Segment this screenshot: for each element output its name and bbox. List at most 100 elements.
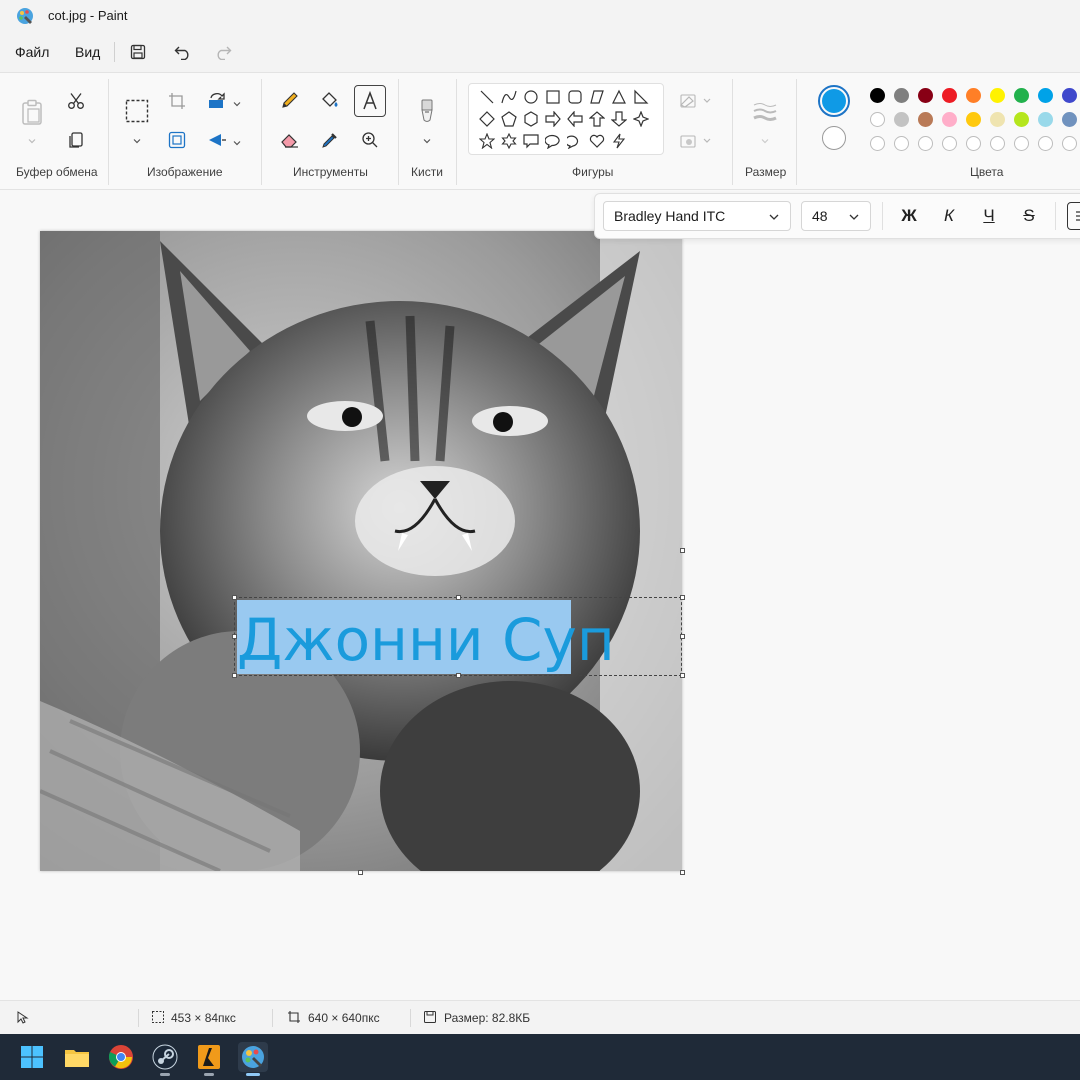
four-point-star-shape-icon[interactable]: [632, 110, 650, 128]
paste-icon[interactable]: [18, 97, 46, 127]
text-box-handle[interactable]: [680, 673, 685, 678]
primary-color-swatch[interactable]: [818, 85, 850, 117]
rotate-icon[interactable]: [203, 87, 231, 115]
palette-color-swatch[interactable]: [942, 112, 957, 127]
eraser-icon[interactable]: [276, 126, 304, 154]
fill-bucket-icon[interactable]: [316, 86, 344, 114]
palette-color-swatch[interactable]: [990, 136, 1005, 151]
palette-color-swatch[interactable]: [942, 136, 957, 151]
lightning-shape-icon[interactable]: [610, 132, 628, 150]
color-picker-icon[interactable]: [316, 126, 344, 154]
palette-color-swatch[interactable]: [966, 136, 981, 151]
magnifier-icon[interactable]: [356, 126, 384, 154]
palette-color-swatch[interactable]: [894, 136, 909, 151]
game-launcher-icon[interactable]: [194, 1042, 224, 1076]
select-rectangle-icon[interactable]: [123, 97, 151, 125]
palette-color-swatch[interactable]: [966, 112, 981, 127]
text-box-handle[interactable]: [456, 673, 461, 678]
heart-shape-icon[interactable]: [588, 132, 606, 150]
align-left-icon[interactable]: [1067, 202, 1080, 230]
palette-color-swatch[interactable]: [1038, 136, 1053, 151]
crop-icon[interactable]: [163, 87, 191, 115]
triangle-shape-icon[interactable]: [610, 88, 628, 106]
callout-oval-shape-icon[interactable]: [544, 132, 562, 150]
arrow-left-shape-icon[interactable]: [566, 110, 584, 128]
curve-shape-icon[interactable]: [500, 88, 518, 106]
canvas-workspace[interactable]: Джонни Суп: [0, 190, 1080, 1000]
palette-color-swatch[interactable]: [1014, 88, 1029, 103]
six-point-star-shape-icon[interactable]: [500, 132, 518, 150]
palette-color-swatch[interactable]: [870, 112, 885, 127]
callout-cloud-shape-icon[interactable]: [566, 132, 584, 150]
rectangle-shape-icon[interactable]: [544, 88, 562, 106]
menu-view[interactable]: Вид: [75, 44, 100, 60]
canvas-resize-handle-corner[interactable]: [680, 870, 685, 875]
text-box-handle[interactable]: [456, 595, 461, 600]
stroke-size-icon[interactable]: [750, 97, 780, 127]
copy-icon[interactable]: [62, 126, 90, 154]
strikethrough-button[interactable]: S: [1015, 202, 1043, 230]
palette-color-swatch[interactable]: [942, 88, 957, 103]
palette-color-swatch[interactable]: [918, 136, 933, 151]
palette-color-swatch[interactable]: [894, 112, 909, 127]
polygon-shape-icon[interactable]: [588, 88, 606, 106]
chevron-down-icon[interactable]: [760, 133, 770, 144]
paint-taskbar-icon[interactable]: [238, 1042, 268, 1076]
palette-color-swatch[interactable]: [870, 88, 885, 103]
oval-shape-icon[interactable]: [522, 88, 540, 106]
canvas-resize-handle-right[interactable]: [680, 548, 685, 553]
brush-icon[interactable]: [413, 95, 441, 127]
palette-color-swatch[interactable]: [1014, 112, 1029, 127]
font-size-dropdown[interactable]: 48: [801, 201, 871, 231]
palette-color-swatch[interactable]: [1014, 136, 1029, 151]
chevron-down-icon[interactable]: [27, 133, 37, 144]
outline-style-icon[interactable]: [678, 87, 714, 115]
redo-icon[interactable]: [211, 40, 235, 64]
save-icon[interactable]: [126, 40, 150, 64]
arrow-down-shape-icon[interactable]: [610, 110, 628, 128]
resize-icon[interactable]: [163, 126, 191, 154]
palette-color-swatch[interactable]: [1038, 112, 1053, 127]
file-explorer-icon[interactable]: [62, 1042, 92, 1072]
palette-color-swatch[interactable]: [1062, 136, 1077, 151]
palette-color-swatch[interactable]: [870, 136, 885, 151]
flip-icon[interactable]: [203, 126, 231, 154]
undo-icon[interactable]: [171, 40, 195, 64]
chevron-down-icon[interactable]: [422, 133, 432, 144]
hexagon-shape-icon[interactable]: [522, 110, 540, 128]
line-shape-icon[interactable]: [478, 88, 496, 106]
rounded-rectangle-shape-icon[interactable]: [566, 88, 584, 106]
windows-start-icon[interactable]: [17, 1042, 47, 1072]
canvas-resize-handle-bottom[interactable]: [358, 870, 363, 875]
bold-button[interactable]: Ж: [895, 202, 923, 230]
text-tool-icon[interactable]: [354, 85, 386, 117]
callout-rectangle-shape-icon[interactable]: [522, 132, 540, 150]
menu-file[interactable]: Файл: [15, 44, 49, 60]
arrow-right-shape-icon[interactable]: [544, 110, 562, 128]
text-box-handle[interactable]: [232, 634, 237, 639]
palette-color-swatch[interactable]: [918, 112, 933, 127]
steam-icon[interactable]: [150, 1042, 180, 1076]
palette-color-swatch[interactable]: [966, 88, 981, 103]
italic-button[interactable]: К: [935, 202, 963, 230]
palette-color-swatch[interactable]: [918, 88, 933, 103]
pencil-icon[interactable]: [276, 86, 304, 114]
chevron-down-icon[interactable]: [232, 96, 242, 107]
five-point-star-shape-icon[interactable]: [478, 132, 496, 150]
cut-icon[interactable]: [62, 87, 90, 115]
chevron-down-icon[interactable]: [232, 135, 242, 146]
palette-color-swatch[interactable]: [1062, 112, 1077, 127]
text-box-handle[interactable]: [232, 673, 237, 678]
palette-color-swatch[interactable]: [990, 112, 1005, 127]
text-box-handle[interactable]: [680, 595, 685, 600]
palette-color-swatch[interactable]: [894, 88, 909, 103]
image-canvas[interactable]: [40, 231, 682, 871]
chrome-icon[interactable]: [106, 1042, 136, 1072]
text-box-handle[interactable]: [680, 634, 685, 639]
chevron-down-icon[interactable]: [132, 133, 142, 144]
right-triangle-shape-icon[interactable]: [632, 88, 650, 106]
fill-style-icon[interactable]: [678, 127, 714, 155]
canvas-text[interactable]: Джонни Суп: [237, 605, 615, 675]
arrow-up-shape-icon[interactable]: [588, 110, 606, 128]
palette-color-swatch[interactable]: [990, 88, 1005, 103]
